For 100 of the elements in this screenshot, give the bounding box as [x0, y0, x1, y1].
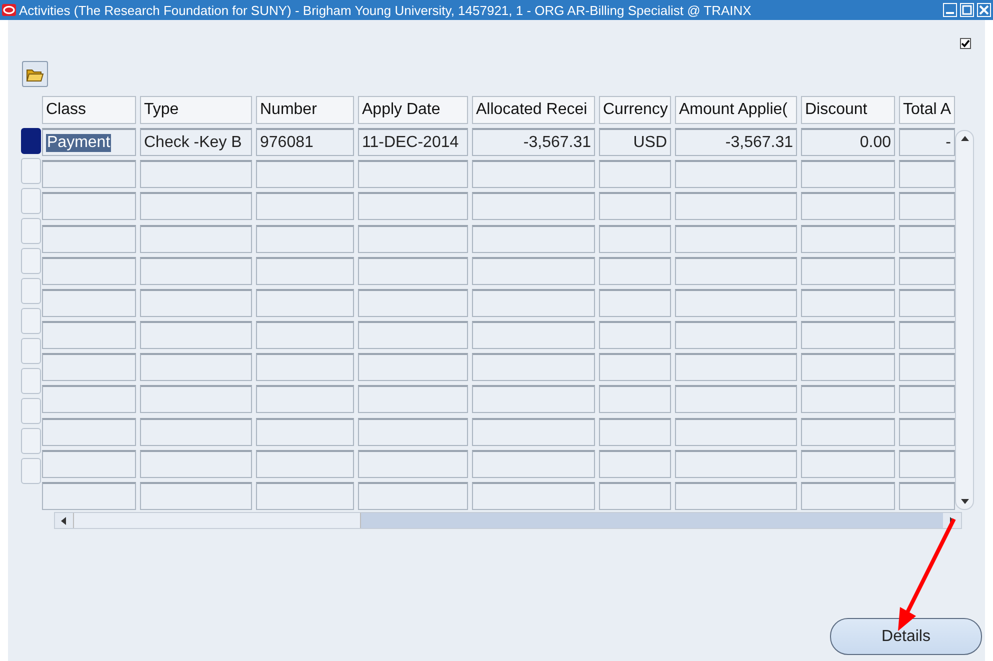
- table-cell[interactable]: [256, 192, 354, 220]
- table-cell[interactable]: [42, 353, 136, 382]
- table-cell[interactable]: [801, 482, 895, 510]
- table-cell[interactable]: [472, 256, 595, 285]
- table-cell[interactable]: [140, 353, 252, 382]
- table-cell[interactable]: [140, 288, 252, 317]
- table-cell[interactable]: [599, 160, 671, 188]
- table-cell[interactable]: [899, 160, 955, 188]
- table-cell[interactable]: [358, 160, 468, 188]
- table-cell[interactable]: [140, 450, 252, 478]
- table-cell[interactable]: [42, 192, 136, 220]
- table-cell[interactable]: 11-DEC-2014: [358, 128, 468, 156]
- table-cell[interactable]: [472, 450, 595, 478]
- table-cell[interactable]: [256, 321, 354, 350]
- table-cell[interactable]: [675, 418, 797, 446]
- table-cell[interactable]: [599, 418, 671, 446]
- table-cell[interactable]: [358, 385, 468, 414]
- table-cell[interactable]: [472, 482, 595, 510]
- table-cell[interactable]: [599, 256, 671, 285]
- table-cell[interactable]: [140, 256, 252, 285]
- table-cell[interactable]: [675, 160, 797, 188]
- table-cell[interactable]: [675, 256, 797, 285]
- table-cell[interactable]: [256, 256, 354, 285]
- table-cell[interactable]: [358, 450, 468, 478]
- table-cell[interactable]: [899, 256, 955, 285]
- table-cell[interactable]: [801, 321, 895, 350]
- record-indicator[interactable]: [21, 128, 41, 154]
- checkbox[interactable]: [960, 38, 971, 49]
- table-cell[interactable]: [472, 224, 595, 253]
- vertical-scrollbar[interactable]: [955, 130, 974, 510]
- table-cell[interactable]: [899, 192, 955, 220]
- table-cell[interactable]: [801, 418, 895, 446]
- table-cell[interactable]: [256, 418, 354, 446]
- table-cell[interactable]: [358, 482, 468, 510]
- table-cell[interactable]: [675, 288, 797, 317]
- table-cell[interactable]: [256, 288, 354, 317]
- table-cell[interactable]: [801, 450, 895, 478]
- table-cell[interactable]: [42, 224, 136, 253]
- table-cell[interactable]: USD: [599, 128, 671, 156]
- table-cell[interactable]: [256, 353, 354, 382]
- table-cell[interactable]: [675, 192, 797, 220]
- table-cell[interactable]: [801, 160, 895, 188]
- table-cell[interactable]: -: [899, 128, 955, 156]
- table-cell[interactable]: [899, 288, 955, 317]
- table-cell[interactable]: [599, 482, 671, 510]
- table-cell[interactable]: [675, 321, 797, 350]
- table-cell[interactable]: [256, 224, 354, 253]
- table-cell[interactable]: [801, 256, 895, 285]
- table-cell[interactable]: [256, 160, 354, 188]
- table-cell[interactable]: [140, 321, 252, 350]
- table-cell[interactable]: [675, 224, 797, 253]
- table-cell[interactable]: [358, 353, 468, 382]
- table-cell[interactable]: [472, 385, 595, 414]
- table-cell[interactable]: [472, 288, 595, 317]
- table-cell[interactable]: [675, 450, 797, 478]
- table-cell[interactable]: Payment: [42, 128, 136, 156]
- table-cell[interactable]: [358, 224, 468, 253]
- table-cell[interactable]: [42, 321, 136, 350]
- table-cell[interactable]: [472, 418, 595, 446]
- table-cell[interactable]: [899, 353, 955, 382]
- table-cell[interactable]: [599, 385, 671, 414]
- table-cell[interactable]: [42, 385, 136, 414]
- table-cell[interactable]: [358, 321, 468, 350]
- table-cell[interactable]: [256, 385, 354, 414]
- table-cell[interactable]: [42, 418, 136, 446]
- table-cell[interactable]: [599, 192, 671, 220]
- close-button[interactable]: [977, 3, 991, 17]
- table-cell[interactable]: [140, 385, 252, 414]
- table-cell[interactable]: [899, 321, 955, 350]
- table-cell[interactable]: [42, 256, 136, 285]
- table-cell[interactable]: [42, 450, 136, 478]
- table-cell[interactable]: [599, 353, 671, 382]
- open-folder-button[interactable]: [22, 61, 48, 87]
- table-cell[interactable]: [358, 256, 468, 285]
- table-cell[interactable]: [140, 160, 252, 188]
- table-cell[interactable]: [899, 224, 955, 253]
- table-cell[interactable]: [140, 418, 252, 446]
- table-cell[interactable]: [42, 288, 136, 317]
- table-cell[interactable]: [675, 482, 797, 510]
- table-cell[interactable]: [140, 192, 252, 220]
- table-cell[interactable]: [801, 224, 895, 253]
- table-cell[interactable]: [472, 353, 595, 382]
- horizontal-scrollbar[interactable]: [54, 512, 962, 529]
- table-cell[interactable]: [358, 288, 468, 317]
- table-cell[interactable]: [675, 353, 797, 382]
- table-cell[interactable]: [472, 192, 595, 220]
- table-cell[interactable]: 0.00: [801, 128, 895, 156]
- table-cell[interactable]: [472, 321, 595, 350]
- minimize-button[interactable]: [943, 3, 957, 17]
- table-cell[interactable]: [801, 353, 895, 382]
- table-cell[interactable]: [801, 288, 895, 317]
- table-cell[interactable]: -3,567.31: [472, 128, 595, 156]
- table-cell[interactable]: [358, 418, 468, 446]
- table-cell[interactable]: [140, 482, 252, 510]
- table-cell[interactable]: 976081: [256, 128, 354, 156]
- table-cell[interactable]: [472, 160, 595, 188]
- table-cell[interactable]: [899, 450, 955, 478]
- table-cell[interactable]: [42, 482, 136, 510]
- table-cell[interactable]: [599, 321, 671, 350]
- maximize-button[interactable]: [960, 3, 974, 17]
